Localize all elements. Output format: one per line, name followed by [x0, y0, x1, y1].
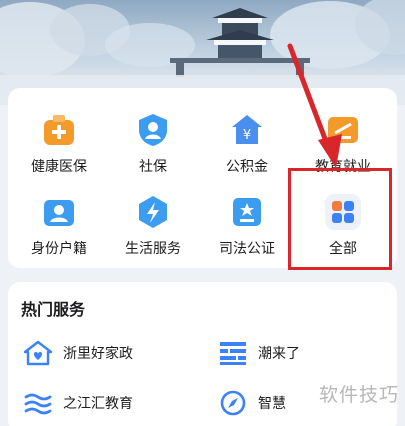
id-card-icon	[44, 200, 74, 226]
service-label: 健康医保	[31, 159, 87, 175]
hot-item-label: 潮来了	[258, 346, 300, 362]
service-judicial-notary[interactable]: 司法公证	[202, 180, 292, 260]
lightning-icon	[139, 196, 167, 228]
hot-item-label: 浙里好家政	[63, 346, 133, 362]
home-heart-icon	[23, 340, 53, 366]
watermark-text: 软件技巧	[318, 384, 399, 406]
service-life-services[interactable]: 生活服务	[108, 180, 198, 260]
service-label: 身份户籍	[31, 241, 87, 257]
waves-icon	[24, 393, 52, 415]
service-identity-registration[interactable]: 身份户籍	[14, 180, 104, 260]
hot-item-housekeeping[interactable]: 浙里好家政	[23, 336, 193, 370]
document-star-icon	[233, 198, 261, 226]
section-title: 热门服务	[21, 300, 86, 319]
highlight-box	[288, 168, 392, 270]
service-label: 司法公证	[219, 241, 275, 257]
shield-user-icon	[139, 114, 167, 146]
wave-grid-icon	[220, 342, 246, 365]
service-health-insurance[interactable]: 健康医保	[14, 98, 104, 178]
hot-item-label: 之江汇教育	[63, 396, 133, 412]
service-social-security[interactable]: 社保	[108, 98, 198, 178]
service-housing-fund[interactable]: ¥ 公积金	[202, 98, 292, 178]
house-yuan-icon: ¥	[232, 115, 262, 144]
hot-item-zhijianghui[interactable]: 之江汇教育	[23, 386, 193, 420]
certificate-icon	[328, 117, 358, 143]
medical-kit-icon	[44, 115, 74, 145]
service-education-employment[interactable]: 教育就业	[298, 98, 388, 178]
compass-icon	[220, 390, 246, 416]
service-label: 公积金	[226, 159, 268, 175]
hot-item-chaolaile[interactable]: 潮来了	[218, 336, 388, 370]
svg-text:¥: ¥	[243, 128, 251, 143]
service-label: 社保	[139, 159, 167, 175]
hot-item-label: 智慧	[258, 396, 286, 412]
service-label: 生活服务	[125, 241, 181, 257]
